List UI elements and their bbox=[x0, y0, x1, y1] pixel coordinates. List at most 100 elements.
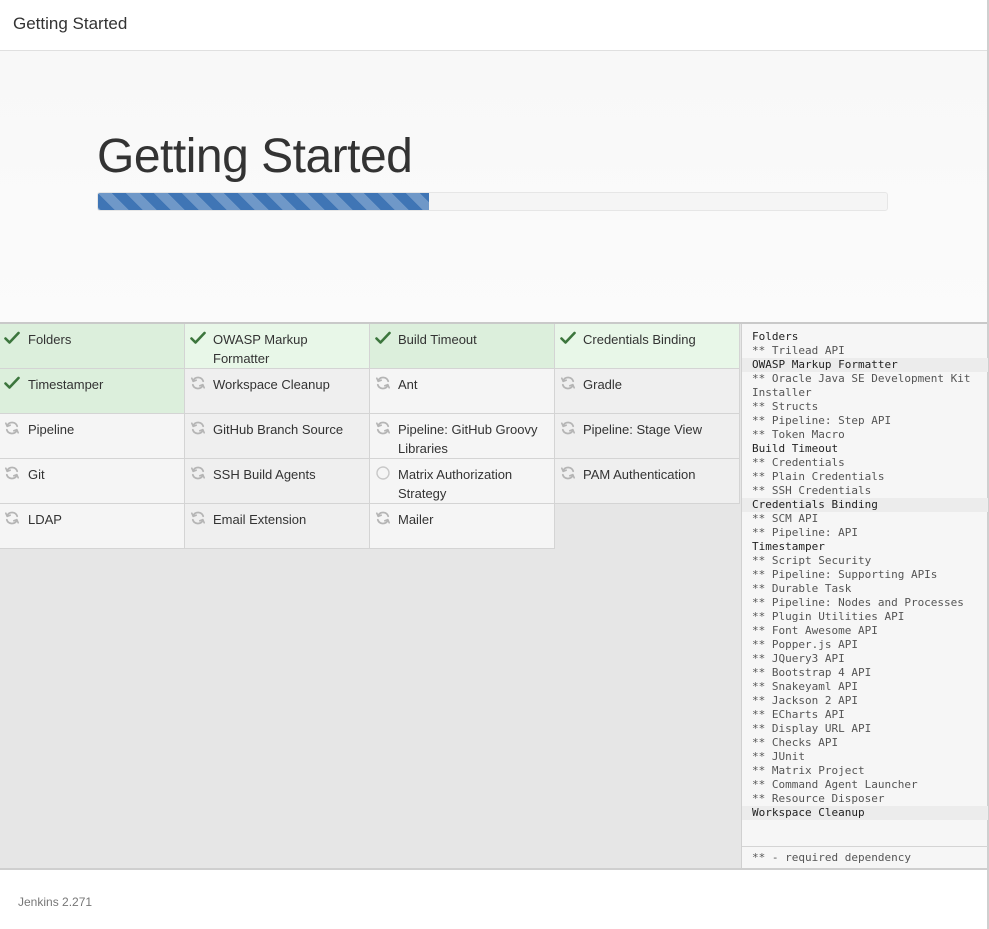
refresh-icon bbox=[190, 465, 206, 481]
log-dependency-line: ** Bootstrap 4 API bbox=[752, 666, 872, 679]
refresh-icon bbox=[375, 510, 391, 526]
plugin-tile: Timestamper bbox=[0, 369, 185, 414]
log-dependency-line: ** Checks API bbox=[752, 736, 839, 749]
plugin-name: Ant bbox=[398, 377, 418, 392]
log-plugin-line: Credentials Binding bbox=[742, 498, 988, 512]
plugin-name: Email Extension bbox=[213, 512, 307, 527]
log-dependency-line: ** Pipeline: Supporting APIs bbox=[752, 568, 938, 581]
log-dependency-line: ** Pipeline: Nodes and Processes bbox=[752, 596, 964, 609]
plugin-name: Credentials Binding bbox=[583, 332, 696, 347]
log-dependency-line: ** Durable Task bbox=[752, 582, 852, 595]
plugin-tile: Pipeline: GitHub Groovy Libraries bbox=[370, 414, 555, 459]
plugin-name: GitHub Branch Source bbox=[213, 422, 344, 437]
plugin-tile: SSH Build Agents bbox=[185, 459, 370, 504]
log-dependency-line: ** Structs bbox=[752, 400, 819, 413]
log-dependency-line: ** Jackson 2 API bbox=[752, 694, 858, 707]
log-legend: ** - required dependency bbox=[742, 846, 988, 868]
log-plugin-line: Timestamper bbox=[752, 540, 825, 553]
refresh-icon bbox=[560, 465, 576, 481]
plugin-name: Gradle bbox=[583, 377, 623, 392]
check-icon bbox=[190, 330, 206, 346]
plugin-tile: Build Timeout bbox=[370, 324, 555, 369]
install-log[interactable]: Folders ** Trilead API OWASP Markup Format… bbox=[741, 324, 988, 868]
log-dependency-line: ** Plain Credentials bbox=[752, 470, 885, 483]
plugin-name: PAM Authentication bbox=[583, 467, 696, 482]
log-dependency-line: ** SSH Credentials bbox=[752, 484, 872, 497]
install-progress bbox=[97, 192, 888, 211]
log-dependency-line: ** Snakeyaml API bbox=[752, 680, 858, 693]
plugin-tile: Git bbox=[0, 459, 185, 504]
log-dependency-line: ** Plugin Utilities API bbox=[752, 610, 905, 623]
log-dependency-line: ** Pipeline: Step API bbox=[752, 414, 892, 427]
log-dependency-line: ** Display URL API bbox=[752, 722, 872, 735]
log-plugin-line: OWASP Markup Formatter bbox=[742, 358, 988, 372]
plugin-tile: Gradle bbox=[555, 369, 740, 414]
log-dependency-line: ** Trilead API bbox=[752, 344, 845, 357]
plugin-name: Pipeline bbox=[28, 422, 75, 437]
log-dependency-line: ** Pipeline: API bbox=[752, 526, 858, 539]
plugin-tile: Pipeline bbox=[0, 414, 185, 459]
refresh-icon bbox=[4, 465, 20, 481]
log-dependency-line: ** JUnit bbox=[752, 750, 805, 763]
plugin-tile: PAM Authentication bbox=[555, 459, 740, 504]
plugin-tile: Email Extension bbox=[185, 504, 370, 549]
plugin-tile: Pipeline: Stage View bbox=[555, 414, 740, 459]
dialog-title: Getting Started bbox=[13, 14, 128, 33]
plugin-name: Git bbox=[28, 467, 45, 482]
plugin-tile: GitHub Branch Source bbox=[185, 414, 370, 459]
log-plugin-line: Build Timeout bbox=[752, 442, 839, 455]
plugin-name: Pipeline: GitHub Groovy Libraries bbox=[398, 422, 538, 456]
plugin-tile: LDAP bbox=[0, 504, 185, 549]
plugin-tile: OWASP Markup Formatter bbox=[185, 324, 370, 369]
plugin-name: Workspace Cleanup bbox=[213, 377, 330, 392]
log-dependency-line: ** Command Agent Launcher bbox=[752, 778, 918, 791]
check-icon bbox=[4, 375, 20, 391]
refresh-icon bbox=[375, 375, 391, 391]
plugin-tile: Ant bbox=[370, 369, 555, 414]
plugin-name: Matrix Authorization Strategy bbox=[398, 467, 513, 501]
check-icon bbox=[560, 330, 576, 346]
refresh-icon bbox=[560, 375, 576, 391]
log-dependency-line: ** Font Awesome API bbox=[752, 624, 878, 637]
version-label: Jenkins 2.271 bbox=[18, 895, 93, 909]
footer: Jenkins 2.271 bbox=[0, 870, 987, 929]
check-icon bbox=[375, 330, 391, 346]
circle-icon bbox=[375, 465, 391, 481]
plugin-name: Pipeline: Stage View bbox=[583, 422, 703, 437]
log-dependency-line: ** Resource Disposer bbox=[752, 792, 885, 805]
plugin-tile: Folders bbox=[0, 324, 185, 369]
plugin-area: Folders OWASP Markup Formatter Build Timeo… bbox=[0, 324, 741, 868]
check-icon bbox=[4, 330, 20, 346]
plugin-name: SSH Build Agents bbox=[213, 467, 316, 482]
refresh-icon bbox=[4, 510, 20, 526]
refresh-icon bbox=[190, 510, 206, 526]
log-plugin-line: Workspace Cleanup bbox=[742, 806, 988, 820]
plugin-tile: Mailer bbox=[370, 504, 555, 549]
log-dependency-line: ** JQuery3 API bbox=[752, 652, 845, 665]
refresh-icon bbox=[190, 420, 206, 436]
refresh-icon bbox=[4, 420, 20, 436]
refresh-icon bbox=[560, 420, 576, 436]
plugin-tile: Credentials Binding bbox=[555, 324, 740, 369]
log-dependency-line: ** Token Macro bbox=[752, 428, 845, 441]
log-dependency-line: ** Popper.js API bbox=[752, 638, 858, 651]
log-dependency-line: ** ECharts API bbox=[752, 708, 845, 721]
plugin-tile: Workspace Cleanup bbox=[185, 369, 370, 414]
plugin-name: Timestamper bbox=[28, 377, 104, 392]
refresh-icon bbox=[375, 420, 391, 436]
plugin-tile: Matrix Authorization Strategy bbox=[370, 459, 555, 504]
install-log-lines: Folders ** Trilead API OWASP Markup Format… bbox=[742, 330, 988, 820]
plugin-name: LDAP bbox=[28, 512, 62, 527]
log-dependency-line: ** Credentials bbox=[752, 456, 845, 469]
hero-section: Getting Started bbox=[0, 51, 987, 322]
log-dependency-line: ** SCM API bbox=[752, 512, 819, 525]
log-dependency-line: ** Script Security bbox=[752, 554, 872, 567]
page-heading: Getting Started bbox=[97, 130, 413, 183]
plugin-name: Mailer bbox=[398, 512, 434, 527]
top-bar: Getting Started bbox=[0, 0, 987, 51]
refresh-icon bbox=[190, 375, 206, 391]
plugin-name: Build Timeout bbox=[398, 332, 477, 347]
plugin-name: Folders bbox=[28, 332, 72, 347]
log-dependency-line: ** Oracle Java SE Development Kit Instal… bbox=[752, 372, 978, 399]
progress-bar-fill bbox=[98, 193, 430, 210]
